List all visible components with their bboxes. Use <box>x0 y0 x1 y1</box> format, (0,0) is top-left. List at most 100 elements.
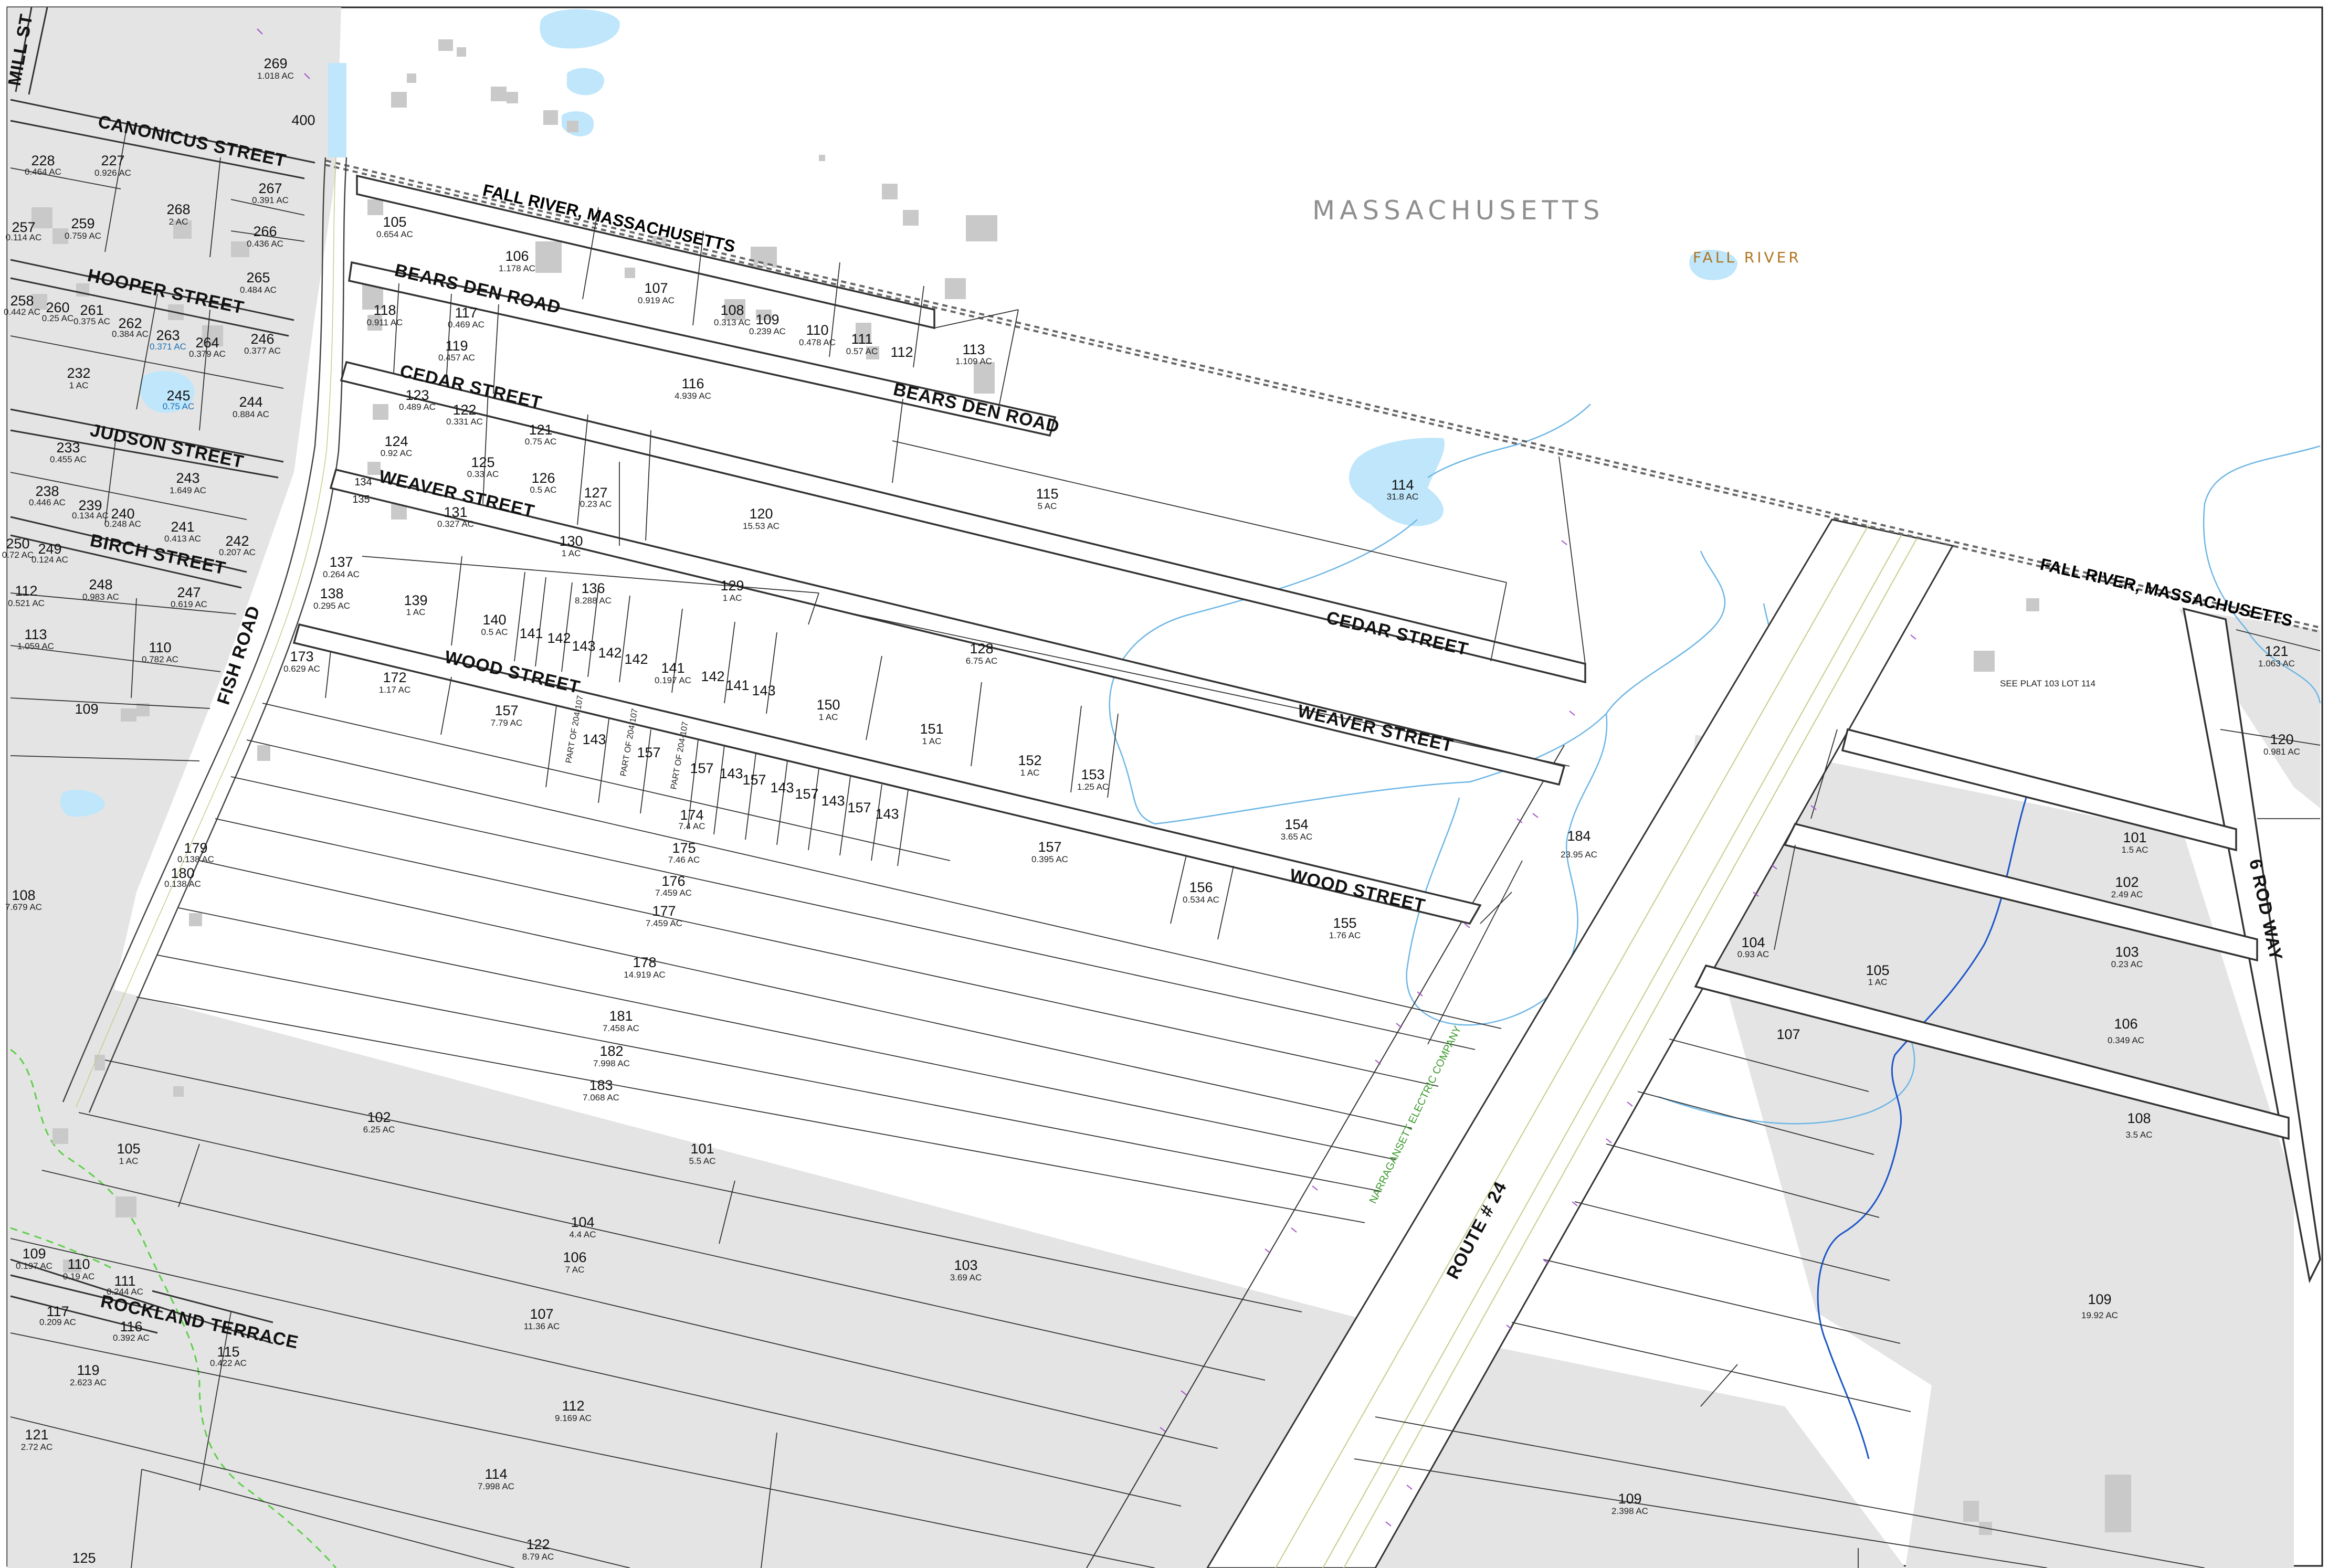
lot-area: 2 AC <box>169 217 188 227</box>
lot-area: 0.919 AC <box>638 295 675 305</box>
lot-number: 227 <box>101 153 124 168</box>
lot-number: 121 <box>529 422 552 438</box>
lot-number: 156 <box>1189 880 1213 895</box>
lot-area: 8.288 AC <box>575 596 612 606</box>
lot-number: 176 <box>661 873 685 889</box>
lot-area: 2.398 AC <box>1611 1506 1648 1516</box>
lot-area: 0.331 AC <box>446 417 483 427</box>
lot-area: 0.534 AC <box>1183 895 1219 905</box>
lot-number: 112 <box>562 1398 584 1414</box>
lot-area: 0.134 AC <box>72 511 109 521</box>
lot-number: 141 <box>725 677 749 693</box>
lot-number: 109 <box>1618 1491 1641 1507</box>
lot-number: 157 <box>690 760 713 776</box>
lot-area: 0.124 AC <box>31 555 68 565</box>
lot-area: 6.75 AC <box>966 656 998 666</box>
lot-area: 1 AC <box>119 1156 139 1166</box>
lot-area: 0.25 AC <box>42 313 74 323</box>
lot-number: 119 <box>77 1362 99 1378</box>
lot-number: 138 <box>320 586 343 601</box>
lot-number: 120 <box>2270 732 2293 747</box>
lot-area: 1.17 AC <box>379 685 411 695</box>
lot-area: 2.72 AC <box>21 1442 53 1452</box>
lot-area: 1.059 AC <box>17 641 54 651</box>
lot-number: 105 <box>383 214 406 230</box>
lot-number: 112 <box>890 344 913 360</box>
lot-area: 7.46 AC <box>668 855 700 865</box>
lot-number: 109 <box>755 312 779 327</box>
lot-number: 108 <box>12 887 35 903</box>
lot-number: 179 <box>184 840 207 856</box>
lot-area: 0.391 AC <box>252 195 289 205</box>
lot-number: 108 <box>2127 1110 2151 1126</box>
lot-number: 174 <box>680 807 703 823</box>
lot-number: 153 <box>1081 767 1104 782</box>
lot-number: 265 <box>246 270 270 285</box>
lot-area: 0.457 AC <box>438 353 475 363</box>
lot-number: 233 <box>56 440 80 455</box>
lot-area: 7.998 AC <box>593 1058 630 1068</box>
lot-area: 0.395 AC <box>1031 854 1068 864</box>
lot-area: 0.469 AC <box>448 320 484 330</box>
lot-number: 142 <box>701 669 724 684</box>
lot-number: 173 <box>290 649 313 664</box>
town-label: FALL RIVER <box>1693 249 1802 266</box>
lot-area: 1 AC <box>69 380 89 390</box>
lot-area: 0.489 AC <box>399 402 436 412</box>
lot-number: 157 <box>637 745 660 760</box>
lot-number: 107 <box>530 1306 553 1322</box>
lot-area: 3.69 AC <box>950 1273 982 1283</box>
lot-area: 1 AC <box>922 736 942 746</box>
lot-number: 113 <box>962 342 985 357</box>
lot-number: 175 <box>672 840 696 856</box>
lot-number: 143 <box>821 793 845 809</box>
lot-number: 103 <box>2115 944 2139 960</box>
lot-number: 183 <box>589 1077 613 1093</box>
lot-number: 116 <box>120 1319 142 1334</box>
lot-area: 5 AC <box>1038 501 1057 511</box>
lot-number: 104 <box>571 1214 594 1230</box>
lot-number: 157 <box>1038 839 1061 855</box>
lot-area: 0.384 AC <box>112 329 149 339</box>
lot-area: 0.884 AC <box>233 409 269 419</box>
lot-number: 117 <box>455 305 477 321</box>
lot-area: 0.313 AC <box>714 317 751 327</box>
lot-number: 142 <box>624 651 648 667</box>
lot-number: 155 <box>1333 915 1356 931</box>
lot-area: 0.197 AC <box>655 675 691 685</box>
lot-number: 103 <box>954 1257 977 1273</box>
lot-number: 106 <box>2114 1016 2137 1032</box>
lot-number: 268 <box>166 202 190 217</box>
lot-area: 1.5 AC <box>2121 845 2148 855</box>
lot-area: 0.478 AC <box>799 337 836 347</box>
lot-number: 135 <box>352 494 370 505</box>
lot-area: 0.349 AC <box>2108 1035 2144 1045</box>
lot-area: 0.248 AC <box>104 519 141 529</box>
lot-number: 116 <box>681 376 704 391</box>
lot-number: 242 <box>225 533 249 549</box>
lot-area: 0.379 AC <box>189 349 226 359</box>
lot-number: 143 <box>719 766 743 781</box>
lot-area: 1.178 AC <box>499 263 535 273</box>
lot-number: 258 <box>10 293 34 309</box>
lot-area: 1.25 AC <box>1077 782 1109 792</box>
lot-number: 123 <box>405 387 429 403</box>
lot-number: 263 <box>156 327 180 343</box>
lot-number: 246 <box>250 331 274 347</box>
lot-number: 131 <box>444 504 467 520</box>
lot-area: 0.654 AC <box>376 229 413 239</box>
lot-area: 1 AC <box>723 593 742 603</box>
lot-area: 7.458 AC <box>603 1023 639 1033</box>
lot-area: 14.919 AC <box>624 970 665 980</box>
lot-area: 8.79 AC <box>522 1552 554 1562</box>
lot-area: 2.49 AC <box>2111 889 2143 899</box>
lot-number: 121 <box>25 1427 48 1443</box>
lot-number: 110 <box>67 1256 90 1272</box>
lot-area: 7 AC <box>565 1265 585 1275</box>
parcel-map: MASSACHUSETTS FALL RIVER FALL RIVER, MAS… <box>2 6 2323 1568</box>
lot-area: 0.75 AC <box>525 437 557 447</box>
lot-area: 1 AC <box>406 607 426 617</box>
lot-area: 0.782 AC <box>142 654 178 664</box>
lot-area: 15.53 AC <box>743 521 779 531</box>
lot-number: 115 <box>1036 486 1058 502</box>
